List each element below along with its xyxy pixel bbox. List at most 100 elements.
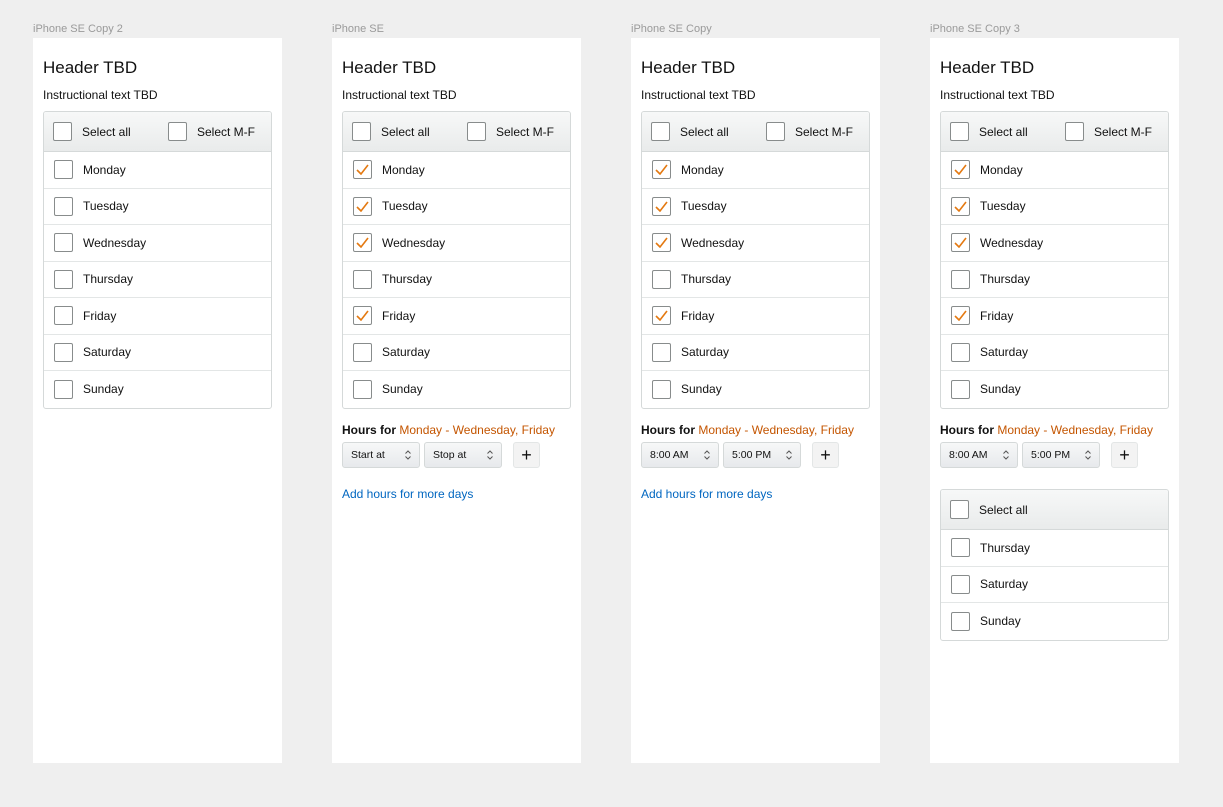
instructional-text: Instructional text TBD: [43, 88, 158, 102]
day-row-sunday[interactable]: Sunday: [941, 603, 1168, 640]
day-row-monday[interactable]: Monday: [642, 152, 869, 189]
select-arrows-icon: [405, 450, 411, 460]
checkbox-icon: [353, 342, 372, 362]
phone-frame: Header TBD Instructional text TBD Select…: [631, 38, 880, 763]
start-time-select[interactable]: 8:00 AM: [641, 442, 719, 468]
stop-time-select[interactable]: 5:00 PM: [1022, 442, 1100, 468]
checkbox-icon: [54, 196, 73, 216]
start-time-select[interactable]: 8:00 AM: [940, 442, 1018, 468]
day-label: Sunday: [83, 382, 124, 397]
artboard-label: iPhone SE Copy 2: [33, 23, 123, 35]
day-row-wednesday[interactable]: Wednesday: [642, 225, 869, 262]
day-row-sunday[interactable]: Sunday: [44, 371, 271, 408]
day-row-sunday[interactable]: Sunday: [642, 371, 869, 408]
select-all-checkbox[interactable]: Select all: [651, 122, 729, 141]
day-row-friday[interactable]: Friday: [642, 298, 869, 335]
page-header: Header TBD: [940, 58, 1035, 77]
day-list: Select all Select M-F Monday Tuesday Wed…: [43, 111, 272, 409]
selected-days-text: Monday - Wednesday, Friday: [997, 423, 1153, 437]
start-time-value: Start at: [351, 449, 385, 461]
day-label: Saturday: [382, 345, 431, 360]
day-label: Wednesday: [980, 235, 1044, 250]
select-all-checkbox[interactable]: Select all: [950, 122, 1028, 141]
day-row-thursday[interactable]: Thursday: [343, 262, 570, 298]
day-label: Monday: [83, 162, 126, 177]
day-row-thursday[interactable]: Thursday: [941, 262, 1168, 298]
day-row-saturday[interactable]: Saturday: [941, 567, 1168, 603]
checkbox-icon: [951, 611, 970, 631]
add-hours-more-days-link[interactable]: Add hours for more days: [342, 487, 473, 501]
start-time-value: 8:00 AM: [949, 449, 988, 461]
checkbox-icon: [951, 269, 970, 289]
list-header: Select all Select M-F: [642, 112, 869, 152]
select-mf-label: Select M-F: [197, 124, 256, 139]
select-mf-label: Select M-F: [795, 124, 854, 139]
checkbox-icon: [1065, 122, 1084, 141]
select-mf-checkbox[interactable]: Select M-F: [766, 122, 853, 141]
day-row-wednesday[interactable]: Wednesday: [941, 225, 1168, 262]
day-row-monday[interactable]: Monday: [941, 152, 1168, 189]
day-row-saturday[interactable]: Saturday: [642, 335, 869, 371]
day-row-wednesday[interactable]: Wednesday: [44, 225, 271, 262]
day-label: Sunday: [980, 614, 1021, 629]
day-row-tuesday[interactable]: Tuesday: [941, 189, 1168, 225]
checkbox-icon: [54, 233, 73, 253]
day-label: Monday: [980, 162, 1023, 177]
select-all-checkbox[interactable]: Select all: [53, 122, 131, 141]
select-mf-checkbox[interactable]: Select M-F: [1065, 122, 1152, 141]
day-row-sunday[interactable]: Sunday: [343, 371, 570, 408]
day-row-tuesday[interactable]: Tuesday: [44, 189, 271, 225]
select-mf-checkbox[interactable]: Select M-F: [168, 122, 255, 141]
select-mf-checkbox[interactable]: Select M-F: [467, 122, 554, 141]
day-label: Friday: [83, 308, 117, 323]
select-all-label: Select all: [381, 124, 430, 139]
day-row-monday[interactable]: Monday: [44, 152, 271, 189]
day-label: Friday: [382, 308, 416, 323]
stop-time-select[interactable]: 5:00 PM: [723, 442, 801, 468]
add-hours-button[interactable]: +: [1111, 442, 1138, 468]
day-label: Tuesday: [83, 199, 129, 214]
add-hours-button[interactable]: +: [812, 442, 839, 468]
checkbox-icon: [352, 122, 371, 141]
day-row-sunday[interactable]: Sunday: [941, 371, 1168, 408]
day-row-thursday[interactable]: Thursday: [642, 262, 869, 298]
day-row-wednesday[interactable]: Wednesday: [343, 225, 570, 262]
day-row-thursday[interactable]: Thursday: [44, 262, 271, 298]
instructional-text: Instructional text TBD: [641, 88, 756, 102]
checkbox-icon: [652, 233, 671, 253]
day-row-saturday[interactable]: Saturday: [343, 335, 570, 371]
hours-for-label: Hours for: [641, 423, 695, 437]
hours-for-label: Hours for: [342, 423, 396, 437]
add-hours-button[interactable]: +: [513, 442, 540, 468]
select-all-checkbox[interactable]: Select all: [950, 500, 1028, 519]
checkbox-icon: [951, 538, 970, 558]
day-row-tuesday[interactable]: Tuesday: [343, 189, 570, 225]
hours-for-heading: Hours for Monday - Wednesday, Friday: [940, 423, 1153, 437]
stop-time-select[interactable]: Stop at: [424, 442, 502, 468]
hours-for-heading: Hours for Monday - Wednesday, Friday: [641, 423, 854, 437]
checkbox-icon: [353, 379, 372, 399]
day-row-monday[interactable]: Monday: [343, 152, 570, 189]
day-row-friday[interactable]: Friday: [941, 298, 1168, 335]
select-arrows-icon: [1085, 450, 1091, 460]
checkbox-icon: [54, 342, 73, 362]
checkbox-icon: [353, 160, 372, 180]
add-hours-more-days-link[interactable]: Add hours for more days: [641, 487, 772, 501]
select-arrows-icon: [704, 450, 710, 460]
select-all-checkbox[interactable]: Select all: [352, 122, 430, 141]
day-row-saturday[interactable]: Saturday: [44, 335, 271, 371]
day-row-thursday[interactable]: Thursday: [941, 530, 1168, 567]
select-mf-label: Select M-F: [496, 124, 555, 139]
day-row-friday[interactable]: Friday: [343, 298, 570, 335]
checkbox-icon: [652, 196, 671, 216]
stop-time-value: Stop at: [433, 449, 467, 461]
day-row-saturday[interactable]: Saturday: [941, 335, 1168, 371]
day-label: Monday: [681, 162, 724, 177]
day-row-tuesday[interactable]: Tuesday: [642, 189, 869, 225]
start-time-select[interactable]: Start at: [342, 442, 420, 468]
day-row-friday[interactable]: Friday: [44, 298, 271, 335]
checkbox-icon: [951, 342, 970, 362]
select-all-label: Select all: [680, 124, 729, 139]
stop-time-value: 5:00 PM: [732, 449, 772, 461]
checkbox-icon: [54, 306, 73, 326]
